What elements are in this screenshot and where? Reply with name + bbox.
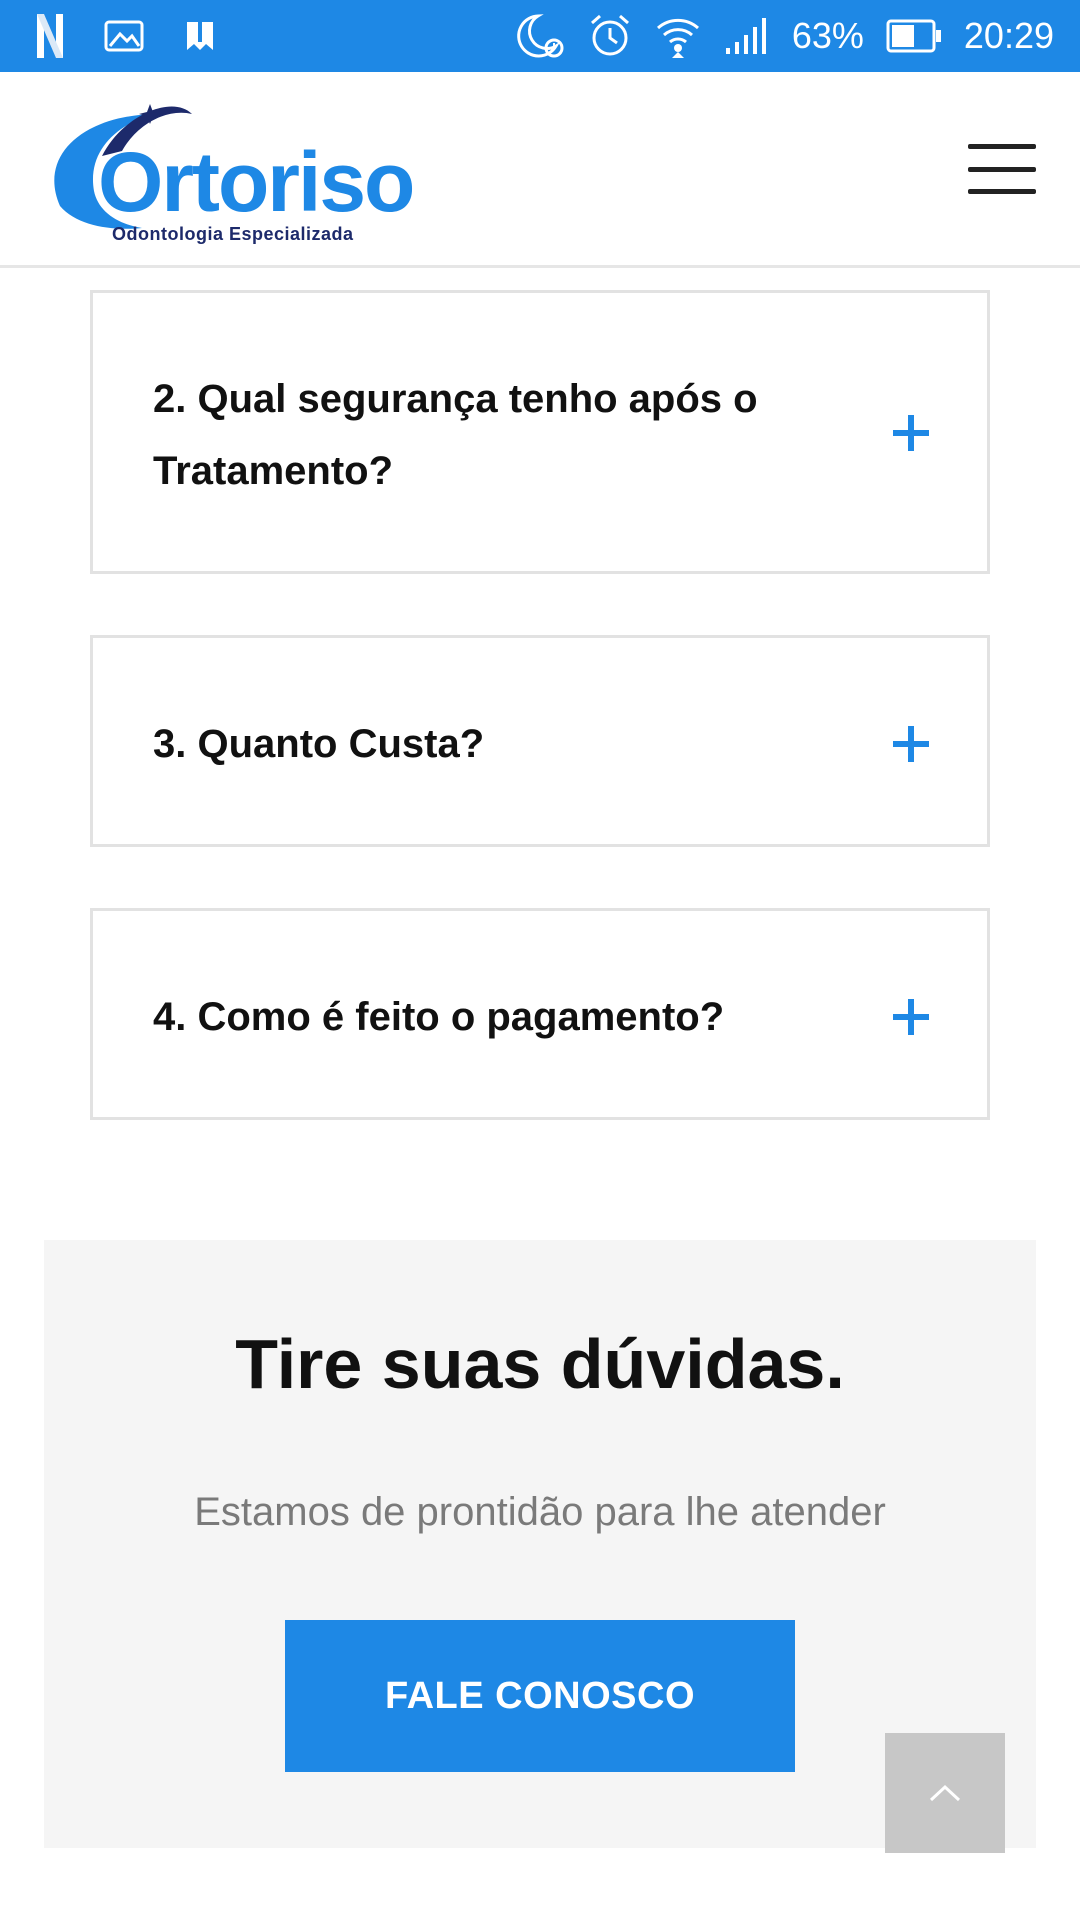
status-bar: 63% 20:29: [0, 0, 1080, 72]
menu-line: [968, 189, 1036, 194]
notification-icons: [36, 14, 216, 58]
faq-question: 3. Quanto Custa?: [153, 722, 485, 766]
faq-item-3[interactable]: 3. Quanto Custa?: [90, 635, 990, 847]
alarm-icon: [588, 13, 632, 59]
night-alarm-icon: [516, 12, 566, 60]
logo-tagline: Odontologia Especializada: [112, 224, 354, 244]
cta-title: Tire suas dúvidas.: [235, 1325, 845, 1403]
plus-icon[interactable]: [893, 726, 929, 762]
menu-line: [968, 166, 1036, 172]
site-header: Ortoriso Odontologia Especializada: [0, 72, 1080, 268]
faq-item-4[interactable]: 4. Como é feito o pagamento?: [90, 908, 990, 1120]
battery-icon: [886, 19, 942, 53]
faq-question: 4. Como é feito o pagamento?: [153, 995, 725, 1039]
contact-button[interactable]: FALE CONOSCO: [285, 1620, 795, 1772]
wifi-icon: [654, 14, 702, 58]
logo-name: Ortoriso: [98, 135, 415, 229]
clock: 20:29: [963, 15, 1054, 56]
menu-line: [968, 144, 1036, 149]
signal-icon: [724, 18, 770, 54]
battery-percent: 63%: [791, 15, 864, 56]
back-to-top-button[interactable]: [885, 1733, 1005, 1853]
faq-question: 2. Qual segurança tenho após o Tratament…: [153, 377, 758, 493]
netflix-icon: [36, 14, 64, 58]
cta-subtitle: Estamos de prontidão para lhe atender: [194, 1490, 886, 1534]
plus-icon[interactable]: [893, 999, 929, 1035]
system-icons: 63% 20:29: [516, 12, 1054, 60]
hamburger-menu-icon[interactable]: [968, 144, 1036, 194]
faq-item-2[interactable]: 2. Qual segurança tenho após o Tratament…: [90, 290, 990, 574]
chevron-up-icon: [929, 1784, 961, 1802]
bookmark-icon: [184, 20, 216, 52]
plus-icon[interactable]: [893, 415, 929, 451]
logo[interactable]: Ortoriso Odontologia Especializada: [42, 96, 415, 246]
image-icon: [104, 20, 144, 52]
